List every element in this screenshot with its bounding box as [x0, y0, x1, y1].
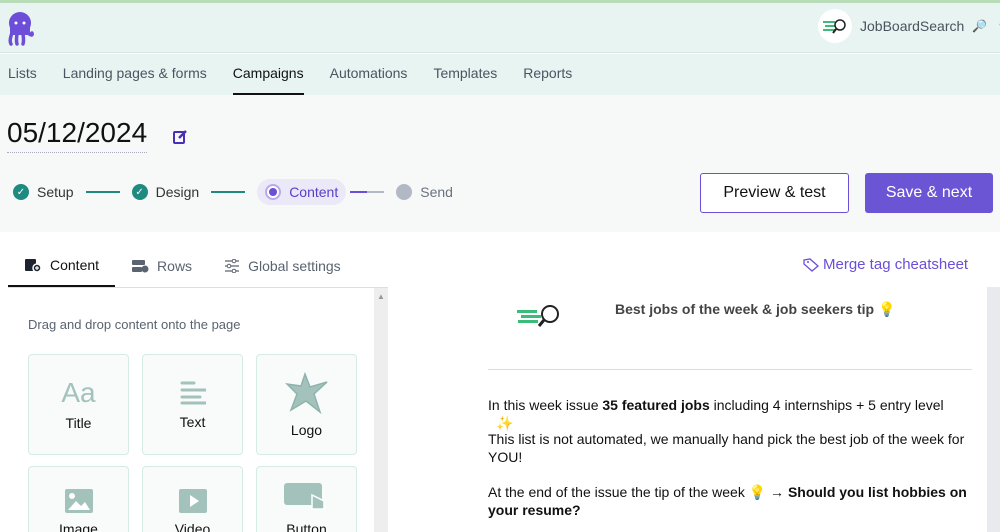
- preview-test-button[interactable]: Preview & test: [700, 173, 849, 213]
- step-label: Send: [420, 184, 453, 200]
- content-add-icon: [25, 258, 42, 272]
- email-canvas[interactable]: Best jobs of the week & job seekers tip …: [395, 287, 987, 532]
- content-blocks-panel: Drag and drop content onto the page Aa Ti…: [8, 288, 374, 532]
- block-label: Logo: [290, 421, 323, 438]
- email-paragraph-3: At the end of the issue the tip of the w…: [488, 484, 967, 518]
- block-label: Video: [174, 521, 211, 532]
- octopus-logo-icon[interactable]: [6, 11, 34, 52]
- step-label: Design: [155, 184, 200, 200]
- image-icon: [64, 489, 93, 513]
- tab-label: Content: [50, 256, 100, 273]
- text-lines-icon: [180, 381, 206, 404]
- current-step-icon: [265, 184, 282, 200]
- block-logo[interactable]: Logo: [256, 354, 357, 455]
- block-title[interactable]: Aa Title: [28, 354, 129, 455]
- divider: [488, 369, 972, 370]
- tab-content[interactable]: Content: [8, 244, 116, 287]
- block-video[interactable]: Video: [142, 466, 243, 532]
- step-content[interactable]: Content: [257, 179, 347, 205]
- step-setup[interactable]: ✓ Setup: [13, 184, 74, 200]
- check-icon: ✓: [13, 184, 29, 200]
- block-label: Button: [286, 521, 327, 532]
- nav-templates[interactable]: Templates: [433, 54, 497, 95]
- scroll-up-arrow-icon[interactable]: ▲: [374, 292, 388, 301]
- tab-global-settings[interactable]: Global settings: [208, 244, 357, 287]
- step-send[interactable]: Send: [396, 184, 453, 200]
- campaign-header: 05/12/2024 ✓ Setup ✓ Design Content Send P…: [0, 95, 1000, 232]
- step-connector: [350, 191, 385, 193]
- panel-scrollbar[interactable]: ▲: [374, 288, 388, 532]
- nav-lists[interactable]: Lists: [8, 54, 37, 95]
- account-menu[interactable]: JobBoardSearch 🔎 ▼: [818, 9, 1000, 43]
- merge-tag-cheatsheet-link[interactable]: Merge tag cheatsheet: [803, 256, 968, 273]
- merge-link-label: Merge tag cheatsheet: [823, 256, 969, 273]
- video-play-icon: [178, 489, 207, 513]
- starfish-icon: [284, 371, 328, 414]
- block-text[interactable]: Text: [142, 354, 243, 455]
- sliders-icon: [225, 258, 240, 273]
- account-name: JobBoardSearch: [860, 18, 965, 34]
- step-connector: [85, 191, 120, 193]
- app-header: JobBoardSearch 🔎 ▼: [0, 3, 1000, 53]
- save-next-button[interactable]: Save & next: [865, 173, 993, 213]
- step-design[interactable]: ✓ Design: [131, 184, 200, 200]
- jobboardsearch-logo[interactable]: [517, 304, 561, 333]
- edit-icon[interactable]: [172, 129, 188, 150]
- email-paragraph-1: In this week issue 35 featured jobs incl…: [488, 397, 944, 431]
- tab-label: Global settings: [248, 257, 341, 274]
- button-click-icon: [283, 483, 325, 510]
- rows-add-icon: [132, 259, 149, 272]
- block-label: Title: [65, 414, 92, 431]
- tab-label: Rows: [157, 257, 193, 274]
- block-button[interactable]: Button: [256, 466, 357, 532]
- email-preview-area: Best jobs of the week & job seekers tip …: [395, 287, 1000, 532]
- email-heading: Best jobs of the week & job seekers tip …: [615, 301, 896, 317]
- panel-hint: Drag and drop content onto the page: [28, 317, 241, 332]
- nav-campaigns[interactable]: Campaigns: [232, 54, 304, 95]
- nav-reports[interactable]: Reports: [523, 54, 572, 95]
- progress-steps: ✓ Setup ✓ Design Content Send: [13, 179, 453, 205]
- campaign-title[interactable]: 05/12/2024: [7, 117, 148, 153]
- editor-tabs: Content Rows Global settings: [8, 244, 388, 288]
- sparkles-emoji-icon: ✨: [496, 415, 514, 431]
- block-label: Text: [179, 413, 206, 430]
- account-avatar: [818, 9, 852, 43]
- check-icon: ✓: [131, 184, 148, 200]
- step-label: Content: [289, 184, 339, 200]
- step-label: Setup: [37, 184, 74, 200]
- block-image[interactable]: Image: [28, 466, 129, 532]
- main-nav: Lists Landing pages & forms Campaigns Au…: [0, 54, 1000, 95]
- step-connector: [211, 191, 246, 193]
- block-label: Image: [59, 521, 98, 532]
- nav-automations[interactable]: Automations: [330, 54, 408, 95]
- magnifier-emoji-icon: 🔎: [972, 19, 988, 33]
- title-aa-icon: Aa: [61, 376, 96, 408]
- pending-step-icon: [396, 184, 413, 200]
- email-paragraph-2: This list is not automated, we manually …: [488, 431, 965, 465]
- nav-landing-pages[interactable]: Landing pages & forms: [63, 54, 207, 95]
- tab-rows[interactable]: Rows: [115, 244, 208, 287]
- tag-icon: [803, 257, 819, 272]
